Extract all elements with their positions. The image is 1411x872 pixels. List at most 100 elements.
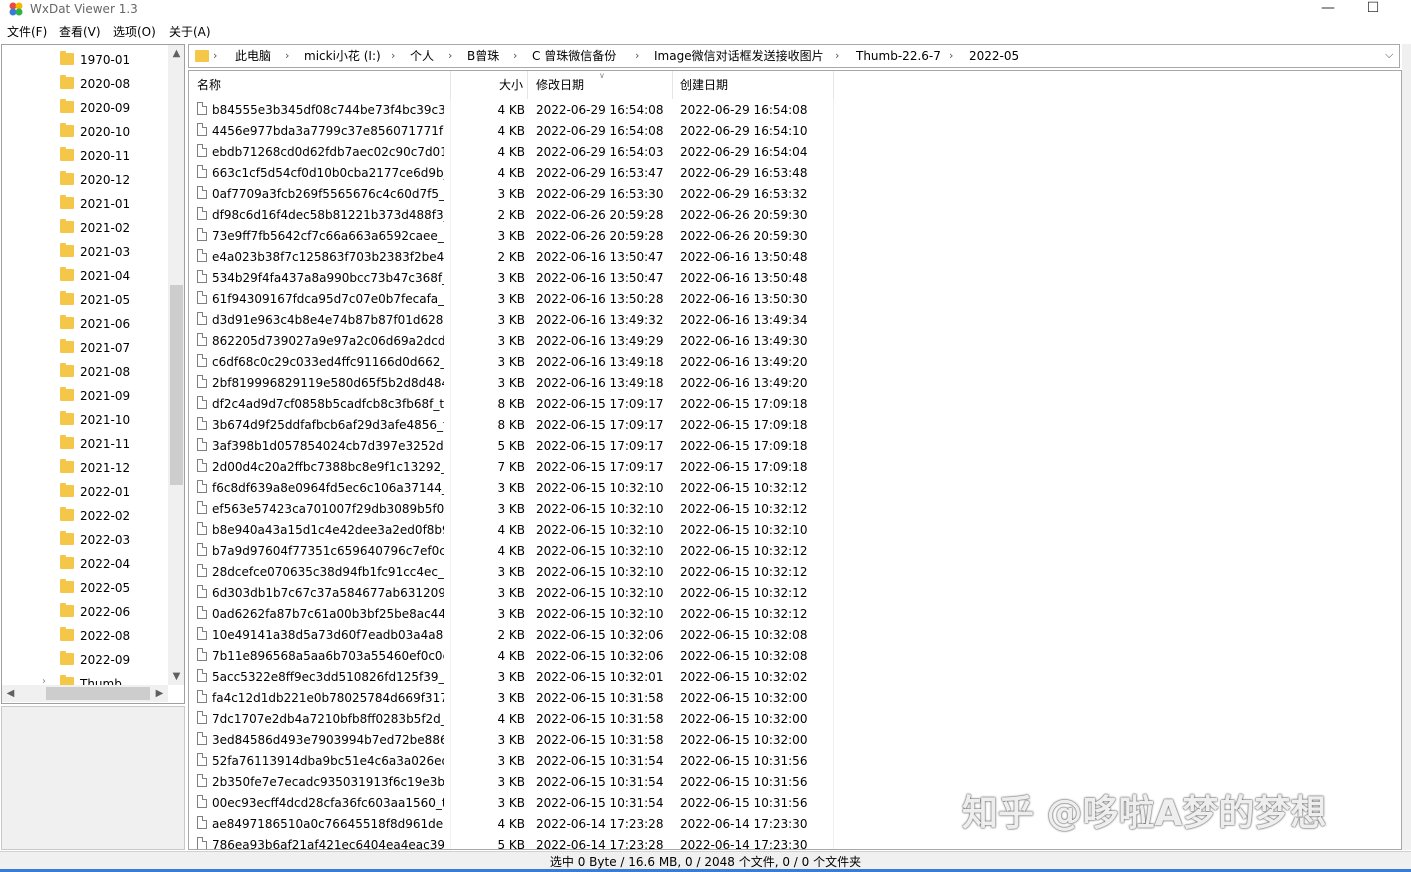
tree-item[interactable]: 2022-03: [2, 528, 168, 552]
tree-hscroll-thumb[interactable]: [46, 687, 150, 700]
maximize-button[interactable]: ☐: [1350, 0, 1396, 18]
table-row[interactable]: d3d91e963c4b8e4e74b87b87f01d628... 3 KB 20…: [189, 309, 839, 330]
scroll-down-icon[interactable]: ▼: [168, 668, 184, 685]
tree-item[interactable]: 2020-09: [2, 96, 168, 120]
tree-item[interactable]: 2021-08: [2, 360, 168, 384]
table-row[interactable]: 7b11e896568a5aa6b703a55460ef0c0e... 4 KB 2…: [189, 645, 839, 666]
table-row[interactable]: 3b674d9f25ddfafbcb6af29d3afe4856_t... 8 K…: [189, 414, 839, 435]
breadcrumb-personal[interactable]: 个人: [410, 48, 434, 64]
outer-scrollbar[interactable]: [1402, 44, 1411, 850]
tree-item[interactable]: 2020-10: [2, 120, 168, 144]
menu-options[interactable]: 选项(O): [113, 24, 156, 40]
table-row[interactable]: b84555e3b345df08c744be73f4bc39c3_... 4 KB…: [189, 99, 839, 120]
table-row[interactable]: c6df68c0c29c033ed4ffc91166d0d662_t... 3 K…: [189, 351, 839, 372]
table-row[interactable]: ebdb71268cd0d62fdb7aec02c90c7d01... 4 KB 2…: [189, 141, 839, 162]
column-header-name[interactable]: 名称: [197, 77, 221, 93]
breadcrumb-separator-icon[interactable]: ›: [448, 48, 452, 64]
tree-item[interactable]: 2022-09: [2, 648, 168, 672]
table-row[interactable]: 2b350fe7e7ecadc935031913f6c19e3b_... 3 KB…: [189, 771, 839, 792]
minimize-button[interactable]: —: [1305, 0, 1351, 18]
table-row[interactable]: 663c1cf5d54cf0d10b0cba2177ce6d9b_... 4 KB…: [189, 162, 839, 183]
table-row[interactable]: 7dc1707e2db4a7210bfb8ff0283b5f2d_... 4 KB…: [189, 708, 839, 729]
breadcrumb-separator-icon[interactable]: ›: [285, 48, 289, 64]
tree-item[interactable]: 2021-07: [2, 336, 168, 360]
breadcrumb-separator-icon[interactable]: ›: [949, 48, 953, 64]
table-row[interactable]: 73e9ff7fb5642cf7c66a663a6592caee_t... 3 K…: [189, 225, 839, 246]
table-row[interactable]: b7a9d97604f77351c659640796c7ef0c_... 4 KB…: [189, 540, 839, 561]
tree-vertical-scrollbar[interactable]: ▲ ▼: [168, 45, 184, 685]
table-row[interactable]: 3af398b1d057854024cb7d397e3252d4... 5 KB 2…: [189, 435, 839, 456]
menu-view[interactable]: 查看(V): [59, 24, 101, 40]
menu-file[interactable]: 文件(F): [7, 24, 47, 40]
table-row[interactable]: 3ed84586d493e7903994b7ed72be886... 3 KB 20…: [189, 729, 839, 750]
tree-item[interactable]: 2021-09: [2, 384, 168, 408]
breadcrumb-this-pc[interactable]: 此电脑: [235, 48, 271, 64]
column-header-size[interactable]: 大小: [499, 77, 523, 93]
table-row[interactable]: 2bf819996829119e580d65f5b2d8d484... 3 KB 2…: [189, 372, 839, 393]
address-bar[interactable]: › 此电脑 › micki小花 (I:) › 个人 › B曾珠 › C 曾珠微信…: [188, 44, 1400, 68]
tree-item[interactable]: 2022-01: [2, 480, 168, 504]
table-row[interactable]: ae8497186510a0c76645518f8d961de8... 4 KB 2…: [189, 813, 839, 834]
breadcrumb-wechat-backup[interactable]: C 曾珠微信备份: [532, 48, 616, 64]
tree-item[interactable]: 2022-08: [2, 624, 168, 648]
breadcrumb-drive[interactable]: micki小花 (I:): [304, 48, 381, 64]
breadcrumb-image-folder[interactable]: Image微信对话框发送接收图片: [654, 48, 824, 64]
scroll-up-icon[interactable]: ▲: [168, 45, 184, 62]
tree-item[interactable]: 2021-06: [2, 312, 168, 336]
scroll-left-icon[interactable]: ◀: [2, 685, 19, 702]
tree-item[interactable]: 2022-06: [2, 600, 168, 624]
table-row[interactable]: 00ec93ecff4dcd28cfa36fc603aa1560_t... 3 K…: [189, 792, 839, 813]
table-row[interactable]: 52fa76113914dba9bc51e4c6a3a026ed... 3 KB 2…: [189, 750, 839, 771]
tree-horizontal-scrollbar[interactable]: ◀ ▶: [2, 685, 168, 702]
tree-scroll-thumb[interactable]: [170, 285, 183, 485]
menu-about[interactable]: 关于(A): [169, 24, 211, 40]
table-row[interactable]: 0ad6262fa87b7c61a00b3bf25be8ac44... 3 KB 2…: [189, 603, 839, 624]
table-row[interactable]: b8e940a43a15d1c4e42dee3a2ed0f8b9... 4 KB 2…: [189, 519, 839, 540]
tree-item[interactable]: 2022-04: [2, 552, 168, 576]
tree-item[interactable]: 2021-10: [2, 408, 168, 432]
table-row[interactable]: df98c6d16f4dec58b81221b373d488f3_... 2 KB…: [189, 204, 839, 225]
breadcrumb-separator-icon[interactable]: ›: [513, 48, 517, 64]
table-row[interactable]: 61f94309167fdca95d7c07e0b7fecafa_t... 3 K…: [189, 288, 839, 309]
table-row[interactable]: df2c4ad9d7cf0858b5cadfcb8c3fb68f_t... 8 K…: [189, 393, 839, 414]
table-row[interactable]: 28dcefce070635c38d94fb1fc91cc4ec_t... 3 K…: [189, 561, 839, 582]
table-row[interactable]: 0af7709a3fcb269f5565676c4c60d7f5_t... 3 K…: [189, 183, 839, 204]
chevron-down-icon[interactable]: ⌵: [1385, 48, 1393, 62]
table-row[interactable]: 2d00d4c20a2ffbc7388bc8e9f1c13292_t... 7 K…: [189, 456, 839, 477]
breadcrumb-separator-icon[interactable]: ›: [213, 48, 217, 64]
table-row[interactable]: 534b29f4fa437a8a990bcc73b47c368f_t... 3 K…: [189, 267, 839, 288]
tree-item[interactable]: 2020-11: [2, 144, 168, 168]
tree-item[interactable]: 2021-02: [2, 216, 168, 240]
table-row[interactable]: 5acc5322e8ff9ec3dd510826fd125f39_t... 3 K…: [189, 666, 839, 687]
folder-tree[interactable]: 1970-01 2020-08 2020-09 2020-10 2020-11 2020-…: [1, 44, 185, 704]
tree-item[interactable]: 2020-12: [2, 168, 168, 192]
table-row[interactable]: 4456e977bda3a7799c37e856071771f1... 4 KB 2…: [189, 120, 839, 141]
column-header-created[interactable]: 创建日期: [680, 77, 728, 93]
tree-item[interactable]: 2021-01: [2, 192, 168, 216]
breadcrumb-separator-icon[interactable]: ›: [635, 48, 639, 64]
column-header-modified[interactable]: 修改日期: [536, 77, 584, 93]
table-row[interactable]: ef563e57423ca701007f29db3089b5f0_... 3 KB…: [189, 498, 839, 519]
breadcrumb-bzengzhu[interactable]: B曾珠: [467, 48, 499, 64]
table-row[interactable]: 10e49141a38d5a73d60f7eadb03a4a8e... 2 KB 2…: [189, 624, 839, 645]
table-row[interactable]: 6d303db1b7c67c37a584677ab631209... 3 KB 20…: [189, 582, 839, 603]
tree-item[interactable]: 2021-03: [2, 240, 168, 264]
breadcrumb-current[interactable]: 2022-05: [969, 48, 1019, 64]
breadcrumb-separator-icon[interactable]: ›: [391, 48, 395, 64]
breadcrumb-separator-icon[interactable]: ›: [835, 48, 839, 64]
tree-item[interactable]: 2021-04: [2, 264, 168, 288]
tree-item[interactable]: 2022-02: [2, 504, 168, 528]
tree-item[interactable]: 2020-08: [2, 72, 168, 96]
tree-item[interactable]: 2022-05: [2, 576, 168, 600]
tree-item[interactable]: 2021-12: [2, 456, 168, 480]
table-row[interactable]: e4a023b38f7c125863f703b2383f2be4_... 2 KB…: [189, 246, 839, 267]
scroll-right-icon[interactable]: ▶: [151, 685, 168, 702]
table-row[interactable]: f6c8df639a8e0964fd5ec6c106a37144_t... 3 K…: [189, 477, 839, 498]
table-row[interactable]: 862205d739027a9e97a2c06d69a2dcd... 3 KB 20…: [189, 330, 839, 351]
tree-item[interactable]: 2021-11: [2, 432, 168, 456]
file-list[interactable]: 名称 大小 ∨ 修改日期 创建日期 b84555e3b345df08c744be…: [188, 70, 1402, 850]
tree-item[interactable]: 2021-05: [2, 288, 168, 312]
table-row[interactable]: fa4c12d1db221e0b78025784d669f317... 3 KB 2…: [189, 687, 839, 708]
table-row[interactable]: 786ea93b6af21af421ec6404ea4eac39_... 5 KB…: [189, 834, 839, 849]
breadcrumb-thumb[interactable]: Thumb-22.6-7: [856, 48, 941, 64]
